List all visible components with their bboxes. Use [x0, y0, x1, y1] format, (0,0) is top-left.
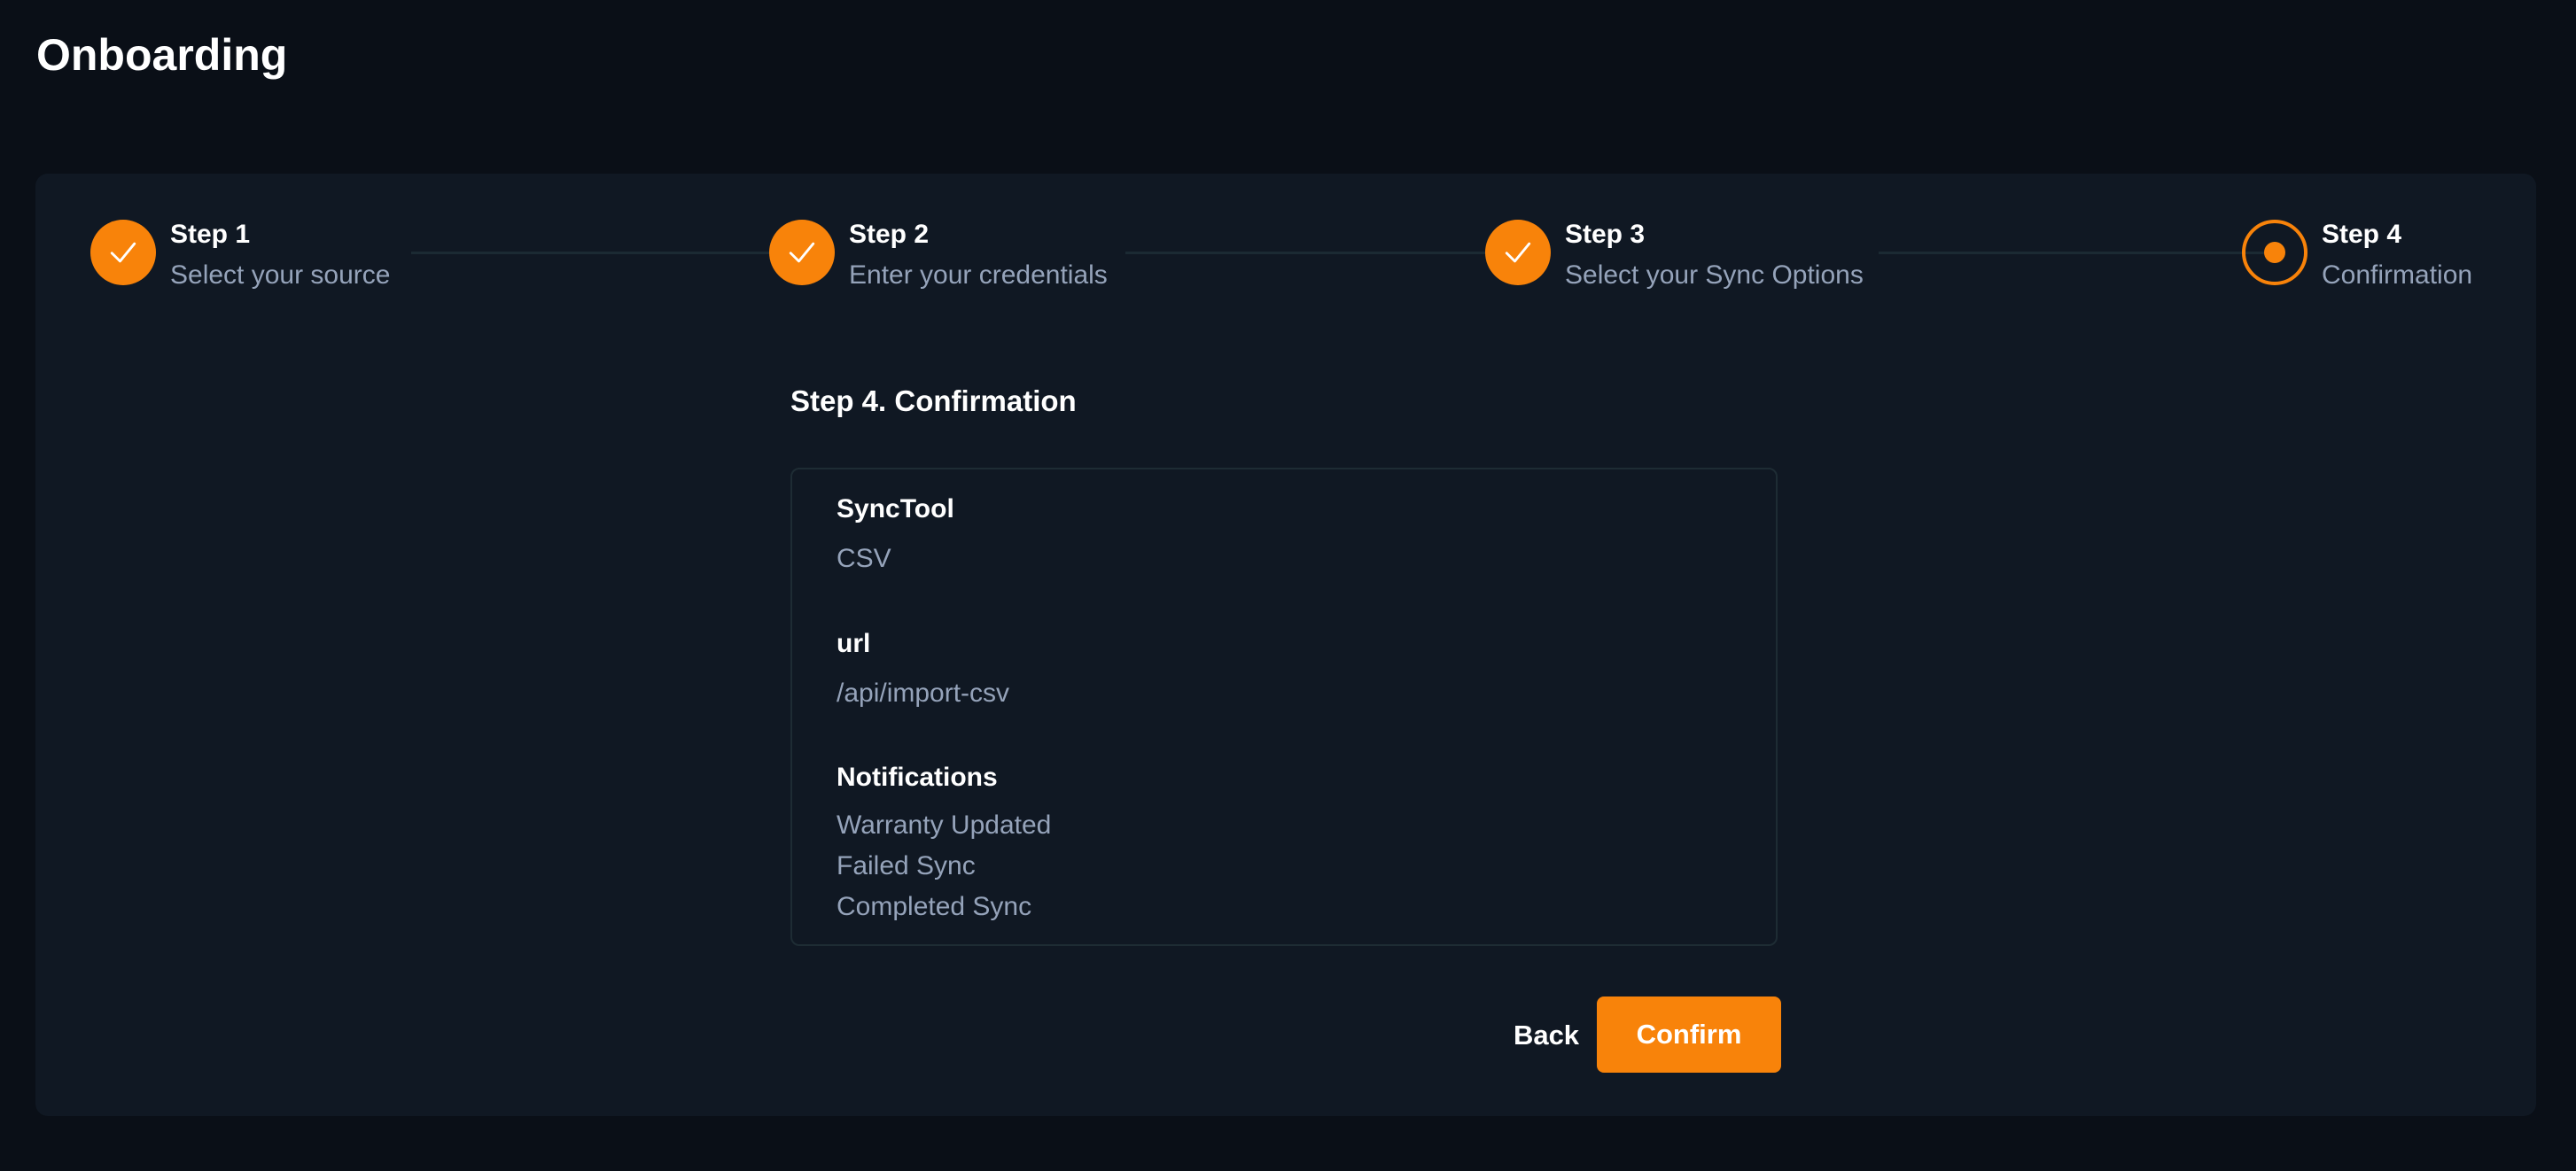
notification-item: Completed Sync: [837, 892, 1032, 921]
step-1-title: Step 1: [170, 220, 251, 249]
current-step-dot-icon: [2264, 242, 2285, 263]
confirmation-section-title: Step 4. Confirmation: [790, 384, 1077, 417]
page-title: Onboarding: [36, 30, 288, 80]
url-value: /api/import-csv: [837, 679, 1010, 708]
step-1-completed-indicator: [90, 220, 156, 285]
notification-item: Warranty Updated: [837, 810, 1052, 840]
notifications-list: Warranty Updated Failed Sync Completed S…: [837, 809, 1051, 924]
synctool-field: SyncTool CSV: [837, 492, 954, 576]
step-3-description: Select your Sync Options: [1565, 260, 1864, 290]
url-field: url /api/import-csv: [837, 627, 1009, 710]
step-connector-1: [411, 252, 794, 254]
step-2-title: Step 2: [849, 220, 930, 249]
confirm-button[interactable]: Confirm: [1597, 997, 1781, 1073]
step-3-completed-indicator: [1485, 220, 1551, 285]
step-4-current-indicator: [2242, 220, 2308, 285]
url-label: url: [837, 629, 871, 658]
onboarding-card: Step 1 Select your source Step 2 Enter y…: [35, 174, 2536, 1116]
step-3-title: Step 3: [1565, 220, 1646, 249]
synctool-value: CSV: [837, 544, 891, 573]
step-2-description: Enter your credentials: [849, 260, 1108, 290]
notification-item: Failed Sync: [837, 851, 976, 880]
step-connector-3: [1879, 252, 2270, 254]
check-icon: [110, 242, 136, 263]
step-4-title: Step 4: [2322, 220, 2402, 249]
synctool-label: SyncTool: [837, 494, 954, 523]
step-connector-2: [1125, 252, 1512, 254]
notifications-label: Notifications: [837, 763, 998, 792]
step-4-description: Confirmation: [2322, 260, 2473, 290]
check-icon: [1505, 242, 1531, 263]
step-1-description: Select your source: [170, 260, 391, 290]
confirmation-summary: SyncTool CSV url /api/import-csv Notific…: [790, 468, 1778, 946]
notifications-field: Notifications Warranty Updated Failed Sy…: [837, 761, 1051, 924]
check-icon: [789, 242, 815, 263]
step-2-completed-indicator: [769, 220, 835, 285]
